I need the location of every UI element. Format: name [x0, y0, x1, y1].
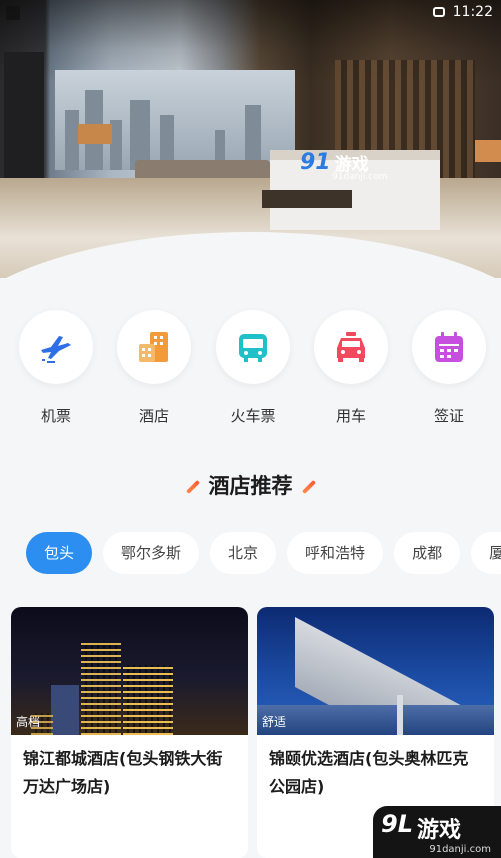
car-icon — [337, 332, 365, 362]
building — [81, 643, 121, 735]
hotel-image: 舒适 — [257, 607, 494, 735]
plane-icon — [41, 336, 71, 363]
calendar-icon — [435, 332, 463, 362]
title-slash-right-icon — [301, 479, 316, 495]
hero-lamp — [78, 124, 112, 144]
building — [123, 665, 173, 735]
status-time: 11:22 — [452, 4, 493, 20]
category-flight[interactable]: 机票 — [18, 310, 94, 426]
city-tabs: 包头 鄂尔多斯 北京 呼和浩特 成都厦 — [26, 532, 501, 574]
watermark-logo: 91 — [300, 150, 331, 175]
train-icon — [239, 334, 267, 362]
hotel-image: 高档 — [11, 607, 248, 735]
city-tab[interactable]: 北京 — [210, 532, 277, 574]
section-title: 酒店推荐 — [0, 470, 501, 500]
category-label: 机票 — [40, 407, 71, 425]
watermark-url: 91danji.com — [332, 172, 388, 182]
battery-icon — [433, 7, 445, 17]
notification-icon — [6, 6, 20, 20]
category-car[interactable]: 用车 — [313, 310, 389, 426]
category-label: 用车 — [335, 407, 366, 425]
hero-tv — [4, 52, 44, 187]
city-tab[interactable]: 呼和浩特 — [287, 532, 384, 574]
category-car-circle[interactable] — [314, 310, 388, 384]
category-hotel[interactable]: 酒店 — [116, 310, 192, 426]
hotel-name: 锦颐优选酒店(包头奥林匹克公园店) — [269, 749, 469, 796]
category-train[interactable]: 火车票 — [215, 310, 291, 426]
hotel-name: 锦江都城酒店(包头钢铁大街万达广场店) — [23, 749, 223, 796]
hero-watermark: 91 游戏 91danji.com — [300, 150, 387, 182]
hotel-tag: 高档 — [16, 715, 41, 729]
building-base — [257, 705, 494, 735]
category-visa[interactable]: 签证 — [411, 310, 487, 426]
building — [51, 685, 79, 735]
category-label: 签证 — [433, 407, 464, 425]
hero-banner[interactable]: 91 游戏 91danji.com — [0, 0, 501, 278]
category-visa-circle[interactable] — [412, 310, 486, 384]
hero-bench — [262, 190, 352, 208]
category-flight-circle[interactable] — [19, 310, 93, 384]
category-grid: 机票 酒店 火车票 用车 签证 — [0, 310, 501, 430]
hero-lamp-right — [475, 140, 501, 162]
hero-window-view — [55, 70, 295, 170]
category-train-circle[interactable] — [216, 310, 290, 384]
city-tab[interactable]: 鄂尔多斯 — [103, 532, 200, 574]
watermark-text: 游戏 — [417, 818, 462, 843]
corner-watermark: 9L 游戏 91danji.com — [373, 806, 501, 858]
hotel-icon — [139, 332, 168, 362]
category-hotel-circle[interactable] — [117, 310, 191, 384]
hotel-card[interactable]: 高档 锦江都城酒店(包头钢铁大街万达广场店) — [11, 607, 248, 858]
watermark-url: 91danji.com — [429, 844, 491, 855]
city-tab[interactable]: 包头 — [26, 532, 93, 574]
title-slash-left-icon — [185, 479, 200, 495]
category-label: 火车票 — [230, 407, 276, 425]
category-label: 酒店 — [138, 407, 169, 425]
watermark-logo: 9L — [381, 810, 413, 838]
status-bar: 11:22 — [0, 0, 501, 26]
hotel-tag: 舒适 — [262, 715, 287, 729]
city-tab[interactable]: 厦 — [471, 532, 501, 574]
building-column — [397, 695, 403, 735]
section-title-text: 酒店推荐 — [208, 474, 293, 498]
city-tab[interactable]: 成都 — [394, 532, 461, 574]
